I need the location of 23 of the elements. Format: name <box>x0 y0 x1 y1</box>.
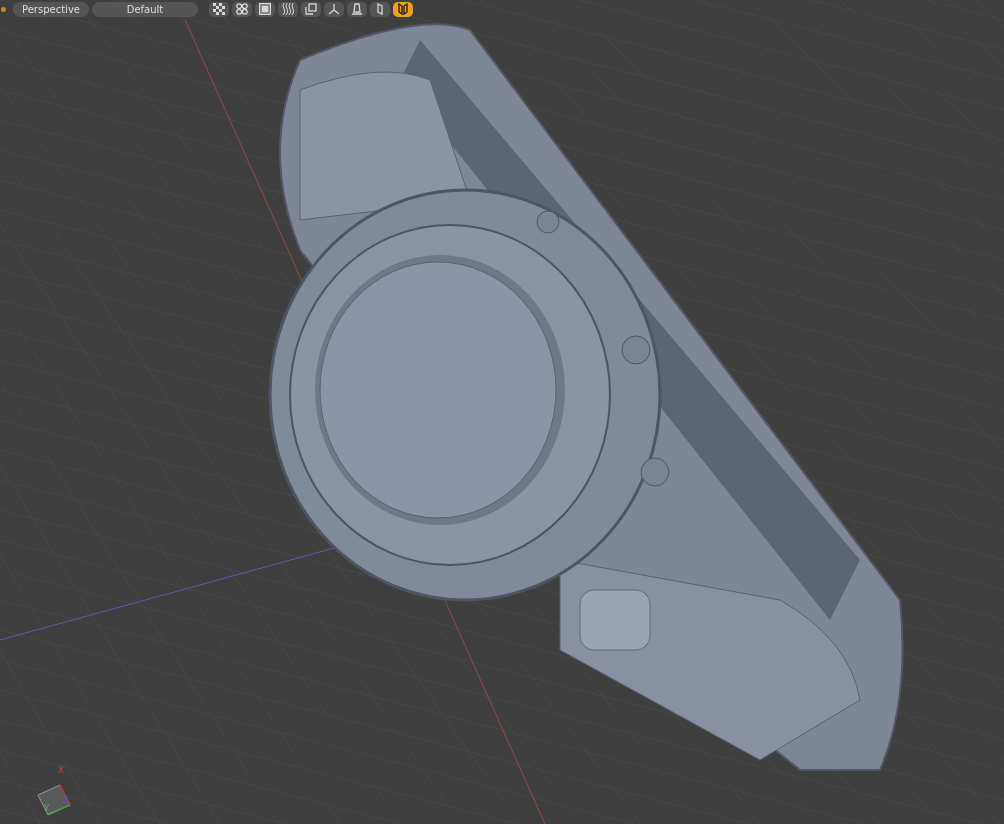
axes-icon <box>328 3 340 15</box>
viewport-tool-button[interactable] <box>278 1 298 17</box>
y-axis-label: Y <box>44 803 50 813</box>
trapezoid-icon <box>351 3 363 15</box>
camera-dropdown[interactable]: Perspective <box>13 1 89 17</box>
frames-icon <box>305 3 317 15</box>
panel-icon <box>375 3 385 15</box>
x-axis-label: X <box>58 765 65 775</box>
viewport-tool-button[interactable] <box>209 1 229 17</box>
square-icon <box>259 3 271 15</box>
viewport-tool-button[interactable] <box>370 1 390 17</box>
wavy-lines-icon <box>282 3 294 15</box>
viewport-tool-button[interactable] <box>232 1 252 17</box>
circles-icon <box>236 3 248 15</box>
viewport-tool-button[interactable] <box>393 1 413 17</box>
viewport-tool-button[interactable] <box>301 1 321 17</box>
viewport-tool-button[interactable] <box>347 1 367 17</box>
z-axis-label: Z <box>62 795 69 805</box>
display-dropdown[interactable]: Default <box>92 1 198 17</box>
viewport-tool-button[interactable] <box>255 1 275 17</box>
viewport-tool-button[interactable] <box>324 1 344 17</box>
checker-icon <box>213 3 225 15</box>
panels-icon <box>397 3 409 15</box>
